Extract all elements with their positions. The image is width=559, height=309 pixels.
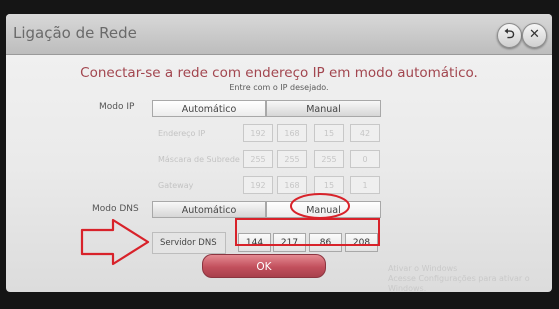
dns-server-row: Servidor DNS 144 217 86 208: [152, 232, 382, 254]
ip-address-octet-2: 168: [277, 124, 307, 142]
ip-address-octet-1: 192: [243, 124, 273, 142]
ip-settings-grid: Endereço IP 192 168 15 42 Máscara de Sub…: [153, 124, 383, 196]
dns-octet-4[interactable]: 208: [345, 233, 378, 252]
subnet-mask-octet-4: 0: [350, 150, 380, 168]
ip-address-label: Endereço IP: [158, 129, 206, 138]
dns-octet-2[interactable]: 217: [273, 233, 306, 252]
watermark-line-1: Ativar o Windows: [388, 264, 458, 273]
close-icon: ✕: [529, 27, 540, 42]
ok-button[interactable]: OK: [202, 254, 326, 278]
ip-mode-label: Modo IP: [99, 102, 135, 112]
page-subheading: Entre com o IP desejado.: [229, 83, 329, 92]
dns-mode-manual[interactable]: Manual: [266, 201, 381, 218]
dns-mode-automatic[interactable]: Automático: [152, 201, 266, 218]
subnet-mask-octet-3: 255: [314, 150, 344, 168]
dns-octet-3[interactable]: 86: [309, 233, 342, 252]
gateway-row: Gateway 192 168 15 1: [153, 176, 383, 196]
page-heading: Conectar-se a rede com endereço IP em mo…: [80, 65, 478, 81]
subnet-mask-label: Máscara de Subrede: [158, 155, 240, 164]
window-title: Ligação de Rede: [13, 24, 137, 42]
ip-mode-manual[interactable]: Manual: [266, 100, 381, 117]
dns-octet-1[interactable]: 144: [238, 233, 271, 252]
activation-watermark: Ativar o Windows Acesse Configurações pa…: [388, 264, 552, 292]
dns-server-label-box: Servidor DNS: [152, 232, 226, 254]
network-dialog: Ligação de Rede ⮌ ✕ Conectar-se a rede c…: [6, 14, 552, 292]
back-arrow-icon: ⮌: [504, 27, 515, 42]
watermark-line-2: Acesse Configurações para ativar o Windo…: [388, 274, 530, 292]
dns-mode-label: Modo DNS: [92, 204, 139, 214]
back-button[interactable]: ⮌: [497, 23, 522, 48]
ip-mode-automatic[interactable]: Automático: [152, 100, 266, 117]
gateway-octet-2: 168: [277, 176, 307, 194]
ip-address-octet-4: 42: [350, 124, 380, 142]
gateway-octet-4: 1: [350, 176, 380, 194]
dns-server-label: Servidor DNS: [160, 238, 217, 248]
ip-address-octet-3: 15: [314, 124, 344, 142]
subnet-mask-octet-1: 255: [243, 150, 273, 168]
title-bar: Ligação de Rede ⮌ ✕: [6, 14, 552, 55]
gateway-label: Gateway: [158, 181, 194, 190]
ip-address-row: Endereço IP 192 168 15 42: [153, 124, 383, 144]
tv-screen: Ligação de Rede ⮌ ✕ Conectar-se a rede c…: [0, 0, 559, 309]
subnet-mask-octet-2: 255: [277, 150, 307, 168]
subnet-mask-row: Máscara de Subrede 255 255 255 0: [153, 150, 383, 170]
close-button[interactable]: ✕: [522, 23, 547, 48]
gateway-octet-3: 15: [314, 176, 344, 194]
gateway-octet-1: 192: [243, 176, 273, 194]
